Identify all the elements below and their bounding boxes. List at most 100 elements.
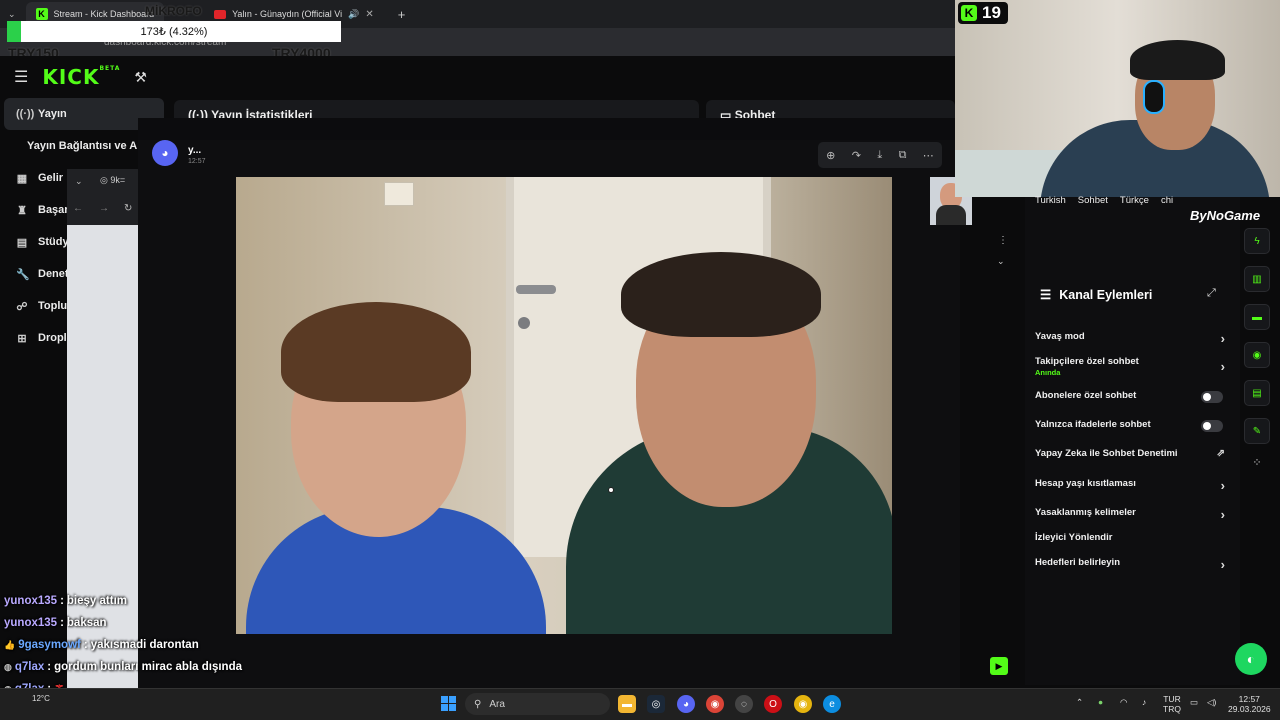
support-button[interactable]: ◐ xyxy=(1235,643,1267,675)
kick-count: 19 xyxy=(982,3,1001,22)
tag[interactable]: Sohbet xyxy=(1078,195,1108,209)
chat-bubble-icon[interactable]: ▬ xyxy=(1244,304,1270,330)
sidebar-item-label: Toplu xyxy=(38,300,68,312)
document-icon[interactable]: ▥ xyxy=(1244,266,1270,292)
broadcast-icon[interactable]: ◉ xyxy=(1244,342,1270,368)
chat-message: yunox135 : baksan xyxy=(4,612,304,634)
reload-icon[interactable]: ↻ xyxy=(124,203,132,214)
action-ai-moderation[interactable]: Yapay Zeka ile Sohbet Denetimi ⇗ xyxy=(1035,448,1225,459)
tag[interactable]: Turkish xyxy=(1035,195,1066,209)
layout-icon[interactable]: ▤ xyxy=(1244,380,1270,406)
speaker-icon[interactable]: 🔊 xyxy=(348,9,359,20)
sidebar-item-label: Gelir xyxy=(38,172,64,184)
list-icon: ☰ xyxy=(1040,288,1052,302)
clock-date: 29.03.2026 xyxy=(1228,704,1271,714)
weather-widget[interactable]: 12°C xyxy=(32,694,50,703)
steam-icon[interactable]: ◎ xyxy=(647,695,665,713)
chevron-down-icon[interactable]: ⌄ xyxy=(75,176,83,187)
tag[interactable]: chi xyxy=(1161,195,1173,209)
file-explorer-icon[interactable]: ▬ xyxy=(618,695,636,713)
chevron-right-icon: › xyxy=(1220,359,1225,374)
headset-icon xyxy=(1143,80,1165,114)
sidebar-item-label: Başar xyxy=(38,204,69,216)
share-icon[interactable]: ↷ xyxy=(852,149,861,162)
keyboard-layout: TRQ xyxy=(1163,704,1181,714)
more-icon[interactable]: ⋯ xyxy=(923,149,934,162)
edge-icon[interactable]: e xyxy=(823,695,841,713)
forward-icon[interactable]: → xyxy=(99,203,109,214)
weather-temp: 12°C xyxy=(32,694,50,703)
monitor-icon[interactable]: ▭ xyxy=(1190,697,1198,707)
more-vertical-icon[interactable]: ⋮ xyxy=(998,235,1008,246)
action-label: Yalnızca ifadelerle sohbet xyxy=(1035,419,1151,430)
zoom-icon[interactable]: ⊕ xyxy=(826,149,835,162)
kick-logo-icon: K xyxy=(961,5,977,21)
kick-logo[interactable]: KICKBETA xyxy=(42,65,120,89)
chevron-down-icon[interactable]: ⌄ xyxy=(997,256,1005,267)
thumbnail-body xyxy=(936,205,966,225)
wrench-icon[interactable]: ✎ xyxy=(1244,418,1270,444)
download-icon[interactable]: ⤓ xyxy=(877,149,882,162)
action-label: Hedefleri belirleyin xyxy=(1035,557,1121,568)
action-slow-mode[interactable]: Yavaş mod › xyxy=(1035,331,1225,346)
tray-overflow-icon[interactable]: ⌃ xyxy=(1076,697,1083,707)
back-icon[interactable]: ← xyxy=(73,203,83,214)
tray-app-icon[interactable]: ● xyxy=(1098,697,1103,707)
discord-titlebar xyxy=(138,118,960,140)
group-icon[interactable]: ⁘ xyxy=(1244,456,1270,469)
subscribers-only-toggle[interactable] xyxy=(1201,391,1223,403)
action-set-goals[interactable]: Hedefleri belirleyin › xyxy=(1035,557,1225,572)
open-in-new-icon[interactable]: ⧉ xyxy=(899,149,907,162)
drops-icon: ⊞ xyxy=(17,332,27,345)
chat-username: yunox135 xyxy=(4,595,58,607)
obs-icon[interactable]: ◌ xyxy=(735,695,753,713)
lightning-icon[interactable]: ϟ xyxy=(1244,228,1270,254)
action-label: Yasaklanmış kelimeler xyxy=(1035,507,1136,518)
action-account-age[interactable]: Hesap yaşı kısıtlaması › xyxy=(1035,478,1225,493)
external-link-icon: ⇗ xyxy=(1216,448,1225,459)
chat-message: 👍 9gasymowf : yakısmadi darontan xyxy=(4,634,304,656)
microphone-icon[interactable]: ♪ xyxy=(1142,697,1146,707)
menu-icon[interactable]: ☰ xyxy=(14,67,28,87)
volume-icon[interactable]: ◁) xyxy=(1207,697,1216,707)
secondary-tab[interactable]: ◎ 9k= xyxy=(100,175,125,186)
action-label: Hesap yaşı kısıtlaması xyxy=(1035,478,1136,489)
wifi-icon[interactable]: ◠ xyxy=(1120,697,1127,707)
chart-icon: ▦ xyxy=(16,172,28,185)
new-tab-button[interactable]: + xyxy=(398,7,406,22)
panel-title: Kanal Eylemleri xyxy=(1059,287,1153,302)
hammer-icon[interactable]: ⚒ xyxy=(134,69,147,86)
action-label: Yapay Zeka ile Sohbet Denetimi xyxy=(1035,448,1178,459)
action-sublabel: Anında xyxy=(1035,368,1061,377)
channel-actions-header: ☰ Kanal Eylemleri xyxy=(1040,287,1153,303)
close-tab-icon[interactable]: ✕ xyxy=(365,9,373,20)
taskbar-search[interactable]: ⚲ Ara xyxy=(465,693,610,715)
chevron-right-icon: › xyxy=(1220,331,1225,346)
clock[interactable]: 12:57 29.03.2026 xyxy=(1228,694,1271,714)
mic-label: MİKROFO xyxy=(145,4,202,18)
chat-message: yunox135 : bieşy attım xyxy=(4,590,304,612)
badge-icon: ◍ xyxy=(4,661,12,672)
windows-taskbar xyxy=(0,688,1280,720)
action-banned-words[interactable]: Yasaklanmış kelimeler › xyxy=(1035,507,1225,522)
tag[interactable]: Türkçe xyxy=(1120,195,1149,209)
language-indicator[interactable]: TUR TRQ xyxy=(1163,694,1181,714)
chrome-canary-icon[interactable]: ◉ xyxy=(794,695,812,713)
youtube-favicon-icon xyxy=(214,9,227,19)
send-button[interactable]: ▶ xyxy=(990,657,1008,675)
start-button[interactable] xyxy=(441,696,456,711)
chrome-icon[interactable]: ◉ xyxy=(706,695,724,713)
discord-taskbar-icon[interactable]: ◕ xyxy=(677,695,695,713)
opera-icon[interactable]: O xyxy=(764,695,782,713)
chat-message: ◍ q7lax : gordum bunları mirac abla dışı… xyxy=(4,656,304,678)
action-raid[interactable]: İzleyici Yönlendir xyxy=(1035,532,1225,543)
action-followers-only[interactable]: Takipçilere özel sohbet Anında › xyxy=(1035,356,1225,377)
message-time: 12:57 xyxy=(188,158,206,165)
emotes-only-toggle[interactable] xyxy=(1201,420,1223,432)
shared-image[interactable] xyxy=(236,177,892,634)
chat-username: yunox135 xyxy=(4,617,58,629)
image-socket xyxy=(384,182,414,206)
popout-icon[interactable]: ⤢ xyxy=(1207,287,1216,300)
tab-list-chevron-icon[interactable]: ⌄ xyxy=(8,9,16,20)
message-author[interactable]: y... xyxy=(188,145,201,156)
